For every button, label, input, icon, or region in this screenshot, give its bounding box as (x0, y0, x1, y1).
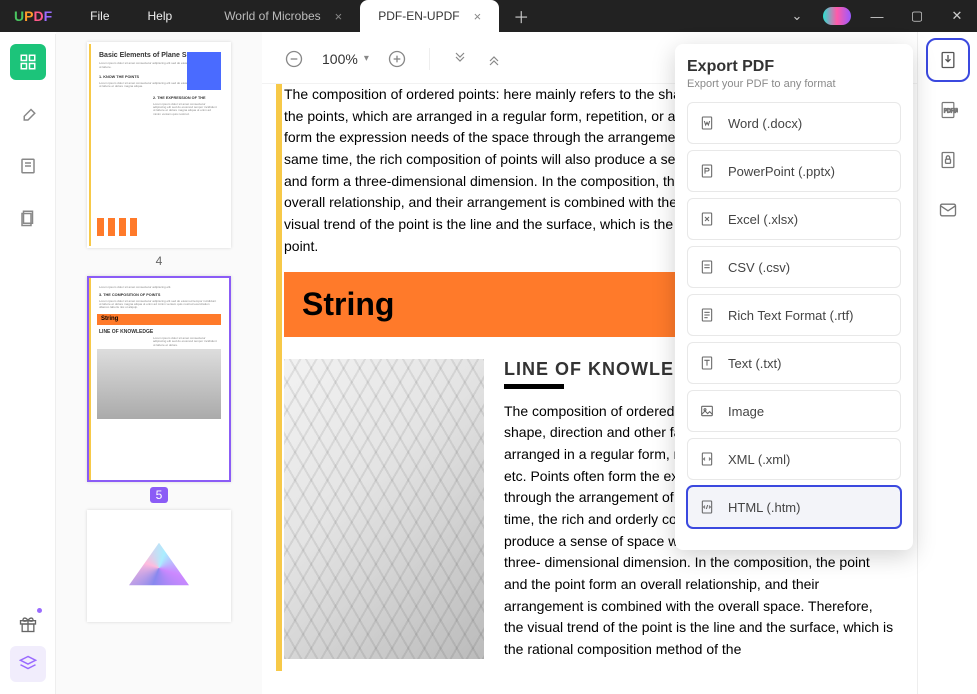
zoom-level[interactable]: 100%▾ (322, 51, 369, 67)
gift-button[interactable] (10, 606, 46, 642)
dropdown-icon[interactable]: ⌄ (777, 0, 817, 32)
scroll-down-button[interactable] (452, 51, 468, 67)
tabs: World of Microbes × PDF-EN-UPDF × ＋ (206, 0, 543, 32)
image-icon (698, 402, 716, 420)
xml-icon (698, 450, 716, 468)
tab-add-button[interactable]: ＋ (499, 0, 543, 32)
minimize-button[interactable]: — (857, 0, 897, 32)
sidebar-right: PDF/A (917, 32, 977, 694)
close-button[interactable]: ✕ (937, 0, 977, 32)
svg-text:PDF/A: PDF/A (943, 109, 957, 115)
tab-world-of-microbes[interactable]: World of Microbes × (206, 0, 360, 32)
export-option-csv[interactable]: CSV (.csv) (687, 246, 901, 288)
export-option-xml[interactable]: XML (.xml) (687, 438, 901, 480)
bookmarks-tool[interactable] (10, 148, 46, 184)
menu-help[interactable]: Help (148, 9, 173, 23)
word-icon (698, 114, 716, 132)
export-pdf-button[interactable] (930, 42, 966, 78)
protect-button[interactable] (930, 142, 966, 178)
zoom-out-button[interactable] (284, 49, 304, 69)
page-number: 4 (156, 254, 163, 268)
thumbnail-page-6[interactable]: PRISM DECOMPOSITION SUNLIGHT EXPERIMENT (70, 510, 248, 622)
titlebar: UPDF File Help World of Microbes × PDF-E… (0, 0, 977, 32)
close-icon[interactable]: × (335, 9, 343, 24)
thumb-strip: String (97, 314, 221, 325)
maximize-button[interactable]: ▢ (897, 0, 937, 32)
thumbnail-page-5[interactable]: Lorem ipsum dolor sit amet consectetur a… (70, 276, 248, 502)
tab-label: PDF-EN-UPDF (378, 9, 459, 23)
thumb-sub: LINE OF KNOWLEDGE (99, 329, 219, 335)
export-option-rtf[interactable]: Rich Text Format (.rtf) (687, 294, 901, 336)
scroll-up-button[interactable] (486, 51, 502, 67)
rtf-icon (698, 306, 716, 324)
window-controls: ⌄ — ▢ ✕ (777, 0, 977, 32)
export-option-excel[interactable]: Excel (.xlsx) (687, 198, 901, 240)
export-option-word[interactable]: Word (.docx) (687, 102, 901, 144)
export-option-html[interactable]: HTML (.htm) (687, 486, 901, 528)
thumbnail-panel: Basic Elements of Plane Space Lorem ipsu… (56, 32, 262, 694)
csv-icon (698, 258, 716, 276)
app-logo: UPDF (14, 8, 52, 24)
tab-label: World of Microbes (224, 9, 320, 23)
export-pdf-panel: Export PDF Export your PDF to any format… (675, 44, 913, 550)
pdf-convert-button[interactable]: PDF/A (930, 92, 966, 128)
chevron-down-icon: ▾ (364, 53, 369, 64)
architecture-image (284, 359, 484, 659)
tab-pdf-en-updf[interactable]: PDF-EN-UPDF × (360, 0, 499, 32)
close-icon[interactable]: × (474, 9, 482, 24)
excel-icon (698, 210, 716, 228)
export-option-image[interactable]: Image (687, 390, 901, 432)
powerpoint-icon (698, 162, 716, 180)
thumbnail-page-4[interactable]: Basic Elements of Plane Space Lorem ipsu… (70, 42, 248, 268)
panel-subtitle: Export your PDF to any format (687, 78, 901, 90)
menu-file[interactable]: File (90, 9, 109, 23)
ai-button[interactable] (817, 0, 857, 32)
export-option-text[interactable]: Text (.txt) (687, 342, 901, 384)
export-option-powerpoint[interactable]: PowerPoint (.pptx) (687, 150, 901, 192)
thumbnails-tool[interactable] (10, 44, 46, 80)
thumb-title: PRISM DECOMPOSITION SUNLIGHT EXPERIMENT (97, 520, 221, 537)
sidebar-left (0, 34, 56, 694)
html-icon (698, 498, 716, 516)
panel-title: Export PDF (687, 58, 901, 76)
pages-tool[interactable] (10, 200, 46, 236)
share-button[interactable] (930, 192, 966, 228)
zoom-in-button[interactable] (387, 49, 407, 69)
annotate-tool[interactable] (10, 96, 46, 132)
page-number: 5 (150, 487, 169, 503)
layers-button[interactable] (10, 646, 46, 682)
text-icon (698, 354, 716, 372)
